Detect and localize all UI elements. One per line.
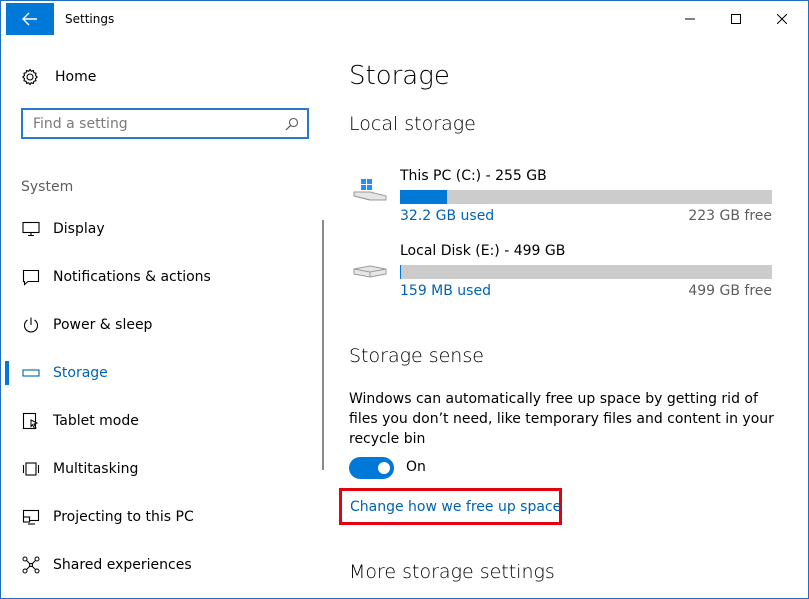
nav-scrollbar[interactable] [322, 220, 324, 470]
storage-sense-description: Windows can automatically free up space … [349, 391, 774, 447]
title-bar: Settings [1, 1, 808, 37]
maximize-icon [731, 14, 741, 24]
window-title: Settings [65, 12, 115, 26]
drive-free: 499 GB free [688, 283, 772, 299]
monitor-icon [21, 219, 41, 239]
back-arrow-icon [22, 12, 37, 26]
minimize-button[interactable] [667, 1, 713, 37]
close-button[interactable] [759, 1, 805, 37]
sidebar-item-shared-experiences[interactable]: Shared experiences [1, 541, 321, 589]
drive-used: 32.2 GB used [400, 208, 495, 224]
more-storage-heading: More storage settings [349, 561, 555, 583]
active-indicator [5, 361, 9, 385]
nav-home-label: Home [55, 69, 97, 85]
sidebar-item-label: Power & sleep [53, 317, 153, 333]
sidebar-item-label: Tablet mode [53, 413, 139, 429]
sidebar-item-notifications[interactable]: Notifications & actions [1, 253, 321, 301]
nav-home[interactable]: Home [21, 64, 96, 90]
toggle-knob [378, 462, 390, 474]
drive-usage-fill [400, 190, 447, 204]
sidebar-item-tablet-mode[interactable]: Tablet mode [1, 397, 321, 445]
storage-icon [21, 363, 41, 383]
close-icon [777, 14, 787, 24]
back-button[interactable] [6, 3, 54, 35]
sidebar-item-storage[interactable]: Storage [1, 349, 321, 397]
sidebar-item-label: Shared experiences [53, 557, 192, 573]
local-storage-heading: Local storage [349, 113, 476, 135]
sidebar-item-label: Projecting to this PC [53, 509, 194, 525]
sidebar-item-label: Display [53, 221, 105, 237]
drive-c[interactable]: This PC (C:) - 255 GB 32.2 GB used 223 G… [349, 168, 774, 228]
maximize-button[interactable] [713, 1, 759, 37]
minimize-icon [685, 18, 695, 20]
drive-free: 223 GB free [688, 208, 772, 224]
disk-drive-icon [353, 265, 387, 278]
highlight-box: Change how we free up space [339, 488, 562, 525]
drive-e[interactable]: Local Disk (E:) - 499 GB 159 MB used 499… [349, 243, 774, 303]
projecting-icon [21, 507, 41, 527]
storage-sense-heading: Storage sense [349, 345, 484, 367]
sidebar-item-label: Notifications & actions [53, 269, 211, 285]
sidebar-item-label: Storage [53, 365, 108, 381]
search-box[interactable] [21, 108, 309, 139]
shared-icon [21, 555, 41, 575]
storage-sense-toggle[interactable] [349, 457, 394, 479]
drive-usage-bar [400, 190, 772, 204]
drive-usage-fill [400, 265, 402, 279]
drive-name: This PC (C:) - 255 GB [400, 168, 547, 184]
gear-icon [21, 68, 39, 86]
nav-list: Display Notifications & actions Power & … [1, 205, 321, 589]
sidebar-item-label: Multitasking [53, 461, 139, 477]
multitasking-icon [21, 459, 41, 479]
power-icon [21, 315, 41, 335]
sidebar-item-projecting[interactable]: Projecting to this PC [1, 493, 321, 541]
drive-used: 159 MB used [400, 283, 491, 299]
sidebar-item-power-sleep[interactable]: Power & sleep [1, 301, 321, 349]
sidebar-item-display[interactable]: Display [1, 205, 321, 253]
windows-drive-icon [353, 179, 387, 201]
settings-window: Settings Home System Display [0, 0, 809, 599]
drive-name: Local Disk (E:) - 499 GB [400, 243, 566, 259]
nav-section-label: System [21, 179, 74, 195]
sidebar-item-multitasking[interactable]: Multitasking [1, 445, 321, 493]
toggle-state-label: On [406, 459, 426, 475]
change-free-space-link[interactable]: Change how we free up space [350, 499, 561, 515]
page-title: Storage [349, 61, 450, 91]
search-input[interactable] [33, 115, 278, 132]
notification-icon [21, 267, 41, 287]
drive-usage-bar [400, 265, 772, 279]
search-icon[interactable] [285, 117, 299, 131]
tablet-icon [21, 411, 41, 431]
